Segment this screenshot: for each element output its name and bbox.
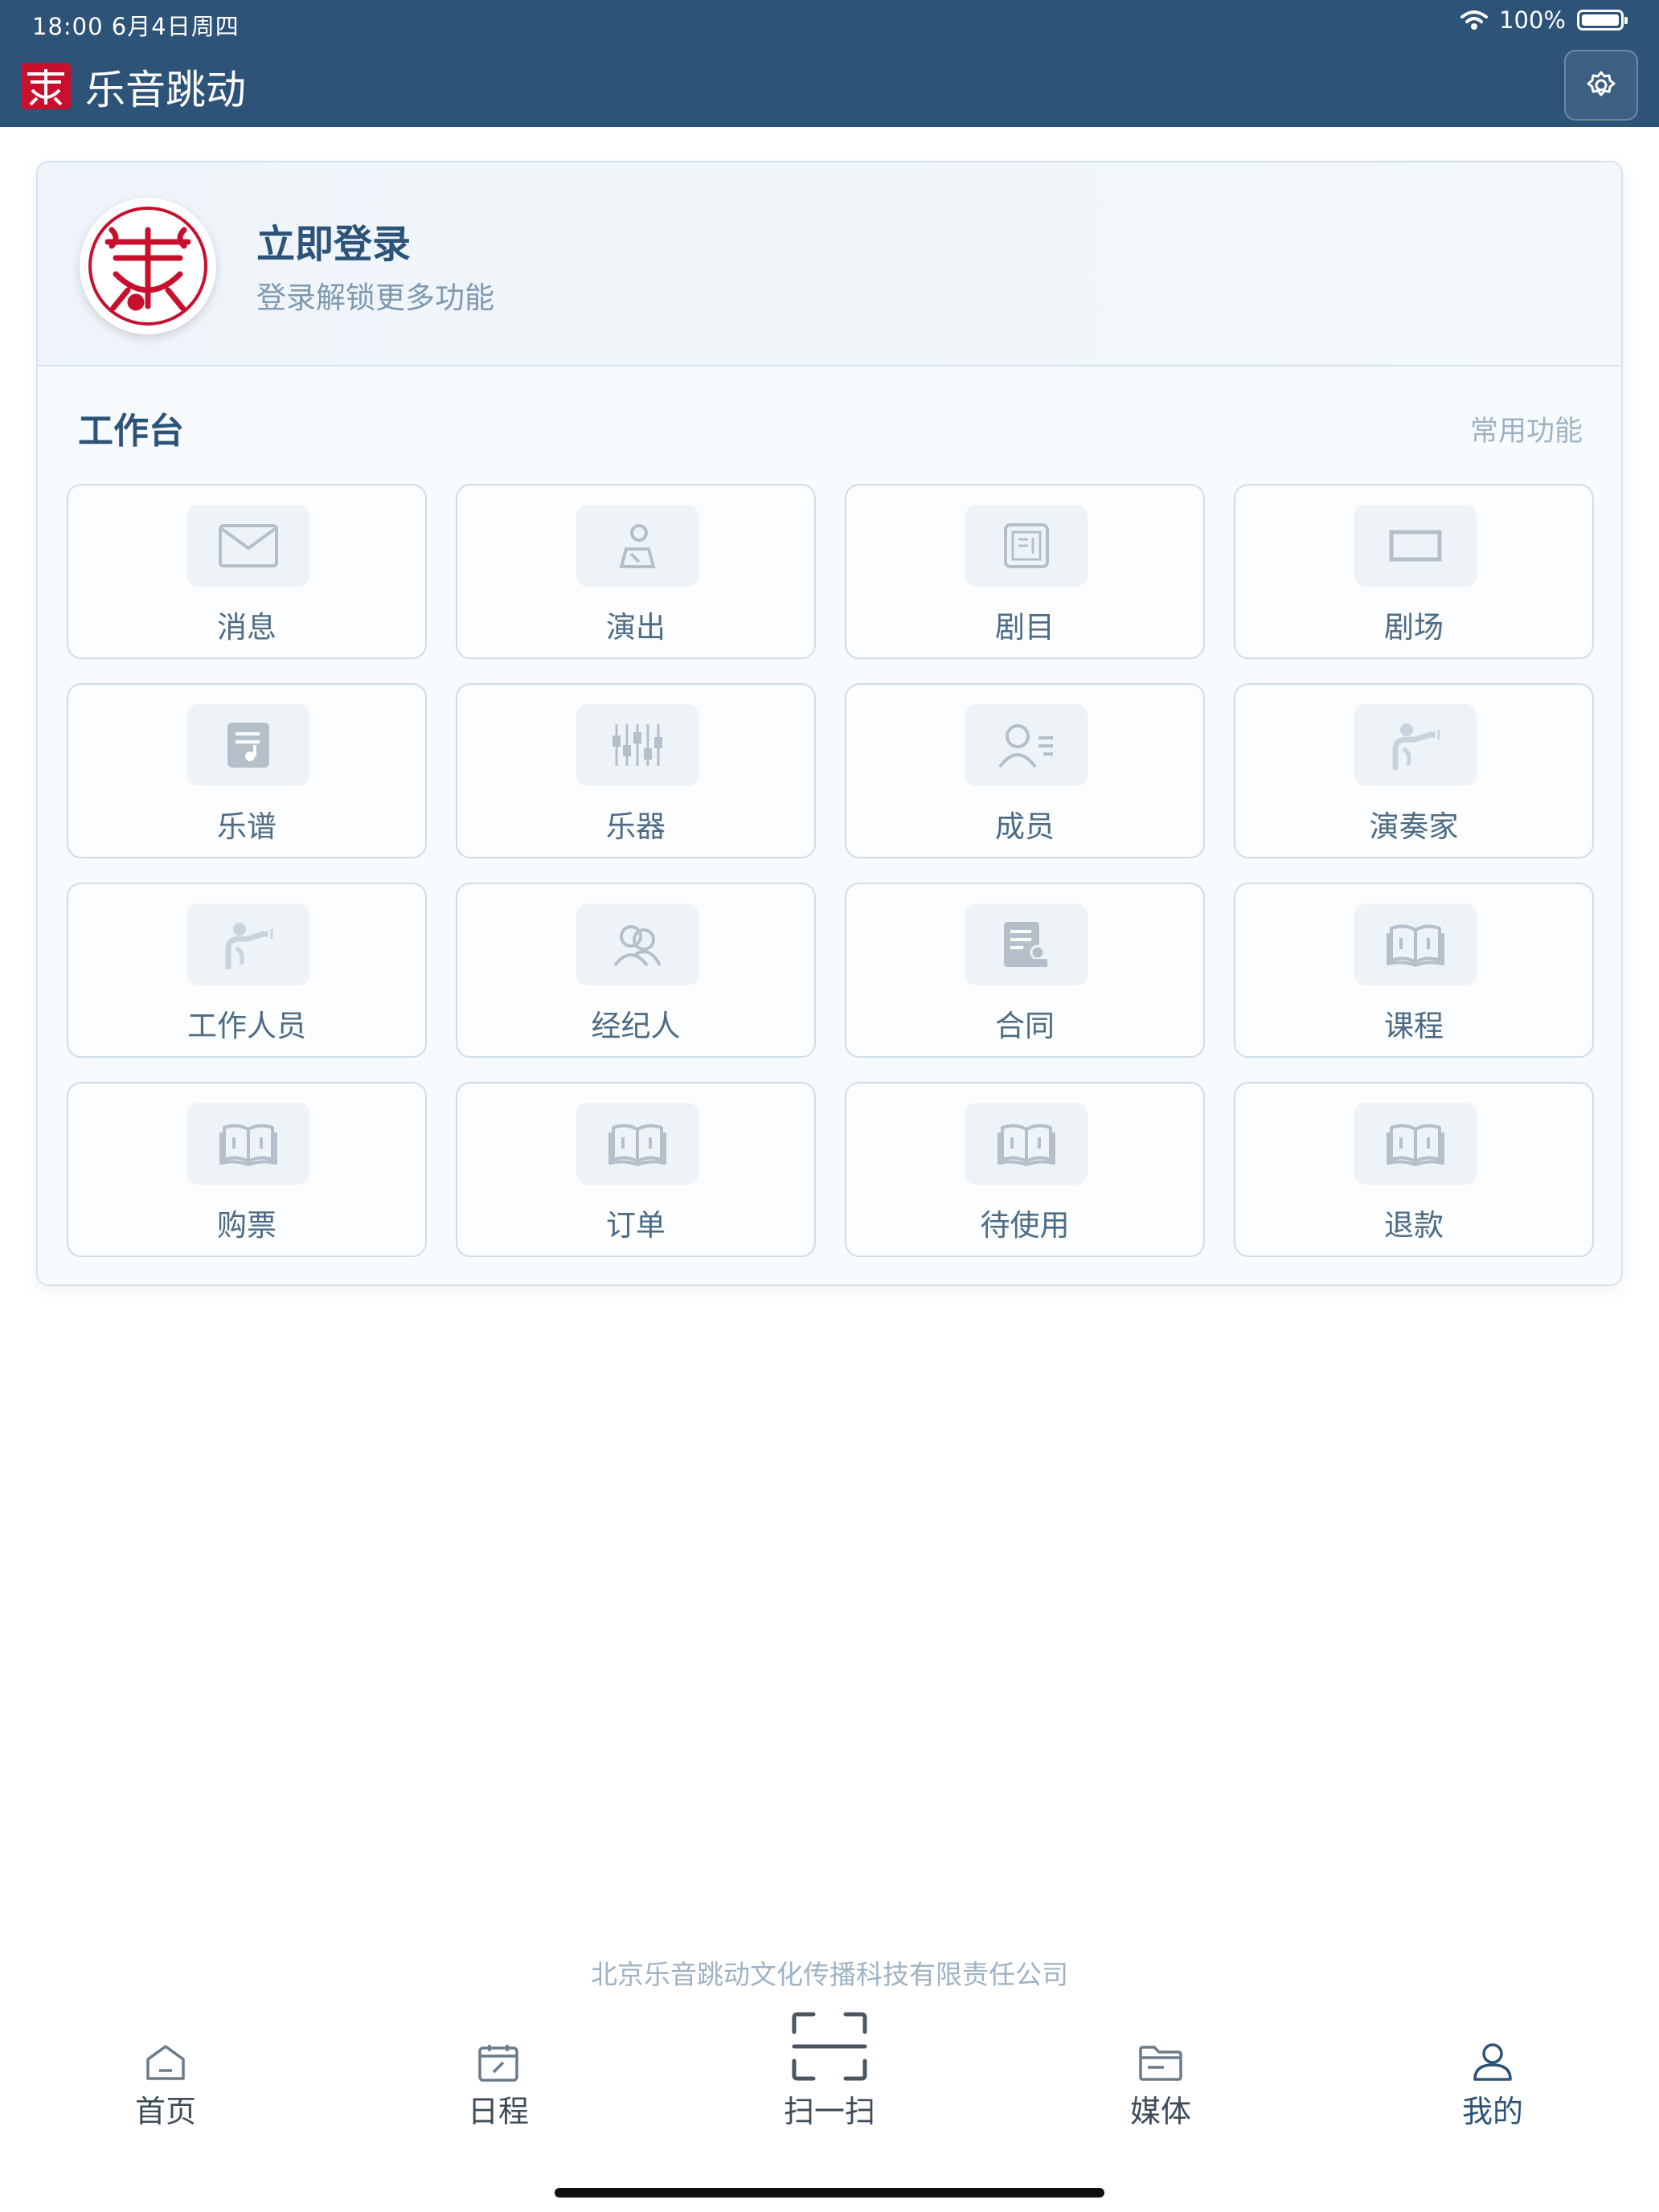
member-icon <box>965 704 1088 786</box>
workspace-grid: 消息 演出 剧目 剧场 乐谱 乐器 成员 演奏家 工作人员 经纪人 合同 课程 … <box>67 484 1597 1257</box>
tile-messages[interactable]: 消息 <box>67 484 427 659</box>
calendar-icon <box>478 2045 518 2082</box>
top-bar: 18:00 6月4日周四 100% 乐音跳动 <box>0 0 1659 127</box>
musician-icon <box>1354 704 1477 786</box>
tab-label: 首页 <box>134 2094 196 2129</box>
login-title[interactable]: 立即登录 <box>256 212 411 268</box>
mixer-icon <box>576 704 698 786</box>
tile-label: 退款 <box>1384 1208 1444 1243</box>
app-logo <box>21 63 71 109</box>
tile-courses[interactable]: 课程 <box>1234 883 1594 1058</box>
tile-pending[interactable]: 待使用 <box>845 1082 1205 1257</box>
envelope-icon <box>187 505 309 587</box>
tab-bar: 首页 日程 扫一扫 媒体 我的 <box>0 2012 1659 2154</box>
tile-label: 乐谱 <box>217 809 276 844</box>
gear-icon <box>1587 71 1616 96</box>
seal-logo-icon <box>88 207 207 326</box>
tile-performances[interactable]: 演出 <box>456 484 816 659</box>
tile-label: 购票 <box>217 1208 276 1243</box>
tile-instruments[interactable]: 乐器 <box>456 683 816 858</box>
tab-mine[interactable]: 我的 <box>1412 2026 1573 2131</box>
tile-label: 待使用 <box>980 1208 1070 1243</box>
battery-icon <box>1577 10 1628 31</box>
tab-media[interactable]: 媒体 <box>1080 2026 1241 2131</box>
repertoire-icon <box>965 505 1088 587</box>
profile-workspace-card: 立即登录 登录解锁更多功能 工作台 常用功能 消息 演出 剧目 剧场 乐谱 乐器… <box>36 161 1623 1286</box>
theater-icon <box>1354 505 1477 587</box>
book-icon <box>187 1103 309 1185</box>
tile-label: 剧场 <box>1384 610 1444 645</box>
tab-label: 扫一扫 <box>783 2094 875 2129</box>
battery-percent: 100% <box>1499 6 1566 34</box>
tile-label: 课程 <box>1384 1009 1444 1043</box>
tile-label: 经纪人 <box>591 1009 681 1043</box>
tab-scan[interactable]: 扫一扫 <box>749 2012 910 2131</box>
home-indicator <box>555 2188 1104 2198</box>
book-icon <box>965 1103 1088 1185</box>
tile-label: 工作人员 <box>187 1009 306 1043</box>
tile-label: 成员 <box>995 809 1055 844</box>
book-icon <box>1354 903 1477 985</box>
home-icon <box>146 2045 185 2080</box>
tile-contracts[interactable]: 合同 <box>845 883 1205 1058</box>
status-indicators: 100% <box>1460 6 1628 34</box>
avatar[interactable] <box>80 198 216 334</box>
tile-label: 乐器 <box>606 809 666 844</box>
staff-icon <box>187 903 309 985</box>
tile-label: 演奏家 <box>1369 809 1459 844</box>
settings-button[interactable] <box>1564 50 1638 121</box>
book-icon <box>1354 1103 1477 1185</box>
login-banner[interactable]: 立即登录 登录解锁更多功能 <box>38 162 1621 367</box>
workspace-title: 工作台 <box>78 411 184 452</box>
folder-icon <box>1139 2046 1182 2081</box>
contract-icon <box>965 903 1088 985</box>
user-icon <box>1473 2043 1512 2081</box>
tile-label: 合同 <box>995 1009 1055 1043</box>
book-icon <box>576 1103 698 1185</box>
tab-schedule[interactable]: 日程 <box>418 2026 579 2131</box>
tile-repertoire[interactable]: 剧目 <box>845 484 1205 659</box>
tile-musicians[interactable]: 演奏家 <box>1234 683 1594 858</box>
tile-staff[interactable]: 工作人员 <box>67 883 427 1058</box>
tile-label: 演出 <box>606 610 666 645</box>
company-name: 北京乐音跳动文化传播科技有限责任公司 <box>591 1959 1068 1990</box>
tile-label: 剧目 <box>995 610 1055 645</box>
status-time: 18:00 6月4日周四 <box>32 13 240 40</box>
tile-members[interactable]: 成员 <box>845 683 1205 858</box>
scan-icon <box>792 2012 867 2081</box>
tab-label: 日程 <box>467 2094 529 2129</box>
tile-refunds[interactable]: 退款 <box>1234 1082 1594 1257</box>
tile-orders[interactable]: 订单 <box>456 1082 816 1257</box>
agent-icon <box>576 903 698 985</box>
wifi-icon <box>1460 10 1489 30</box>
login-subtitle: 登录解锁更多功能 <box>256 281 494 315</box>
tile-label: 订单 <box>606 1208 666 1243</box>
sheet-music-icon <box>187 704 309 786</box>
tile-label: 消息 <box>217 610 276 645</box>
tile-agents[interactable]: 经纪人 <box>456 883 816 1058</box>
common-functions-link[interactable]: 常用功能 <box>1470 408 1583 449</box>
tile-tickets[interactable]: 购票 <box>67 1082 427 1257</box>
app-title: 乐音跳动 <box>85 67 246 113</box>
tab-label: 媒体 <box>1129 2094 1191 2129</box>
tab-label: 我的 <box>1461 2094 1523 2129</box>
performer-icon <box>576 505 698 587</box>
tab-home[interactable]: 首页 <box>85 2026 246 2131</box>
tile-sheet-music[interactable]: 乐谱 <box>67 683 427 858</box>
tile-theater[interactable]: 剧场 <box>1234 484 1594 659</box>
